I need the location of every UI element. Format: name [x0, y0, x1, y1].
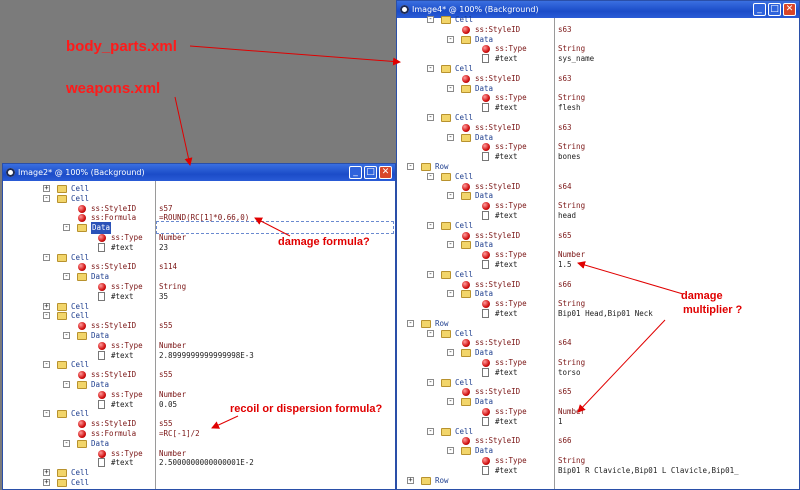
multiplier-arrow-1 — [577, 261, 684, 295]
recoil-arrow — [211, 415, 239, 429]
body-parts-arrow — [189, 45, 401, 66]
damage-formula-arrow — [254, 217, 291, 237]
annotation-arrows — [174, 45, 684, 429]
weapons-arrow — [174, 96, 193, 166]
multiplier-arrow-2 — [577, 319, 666, 413]
